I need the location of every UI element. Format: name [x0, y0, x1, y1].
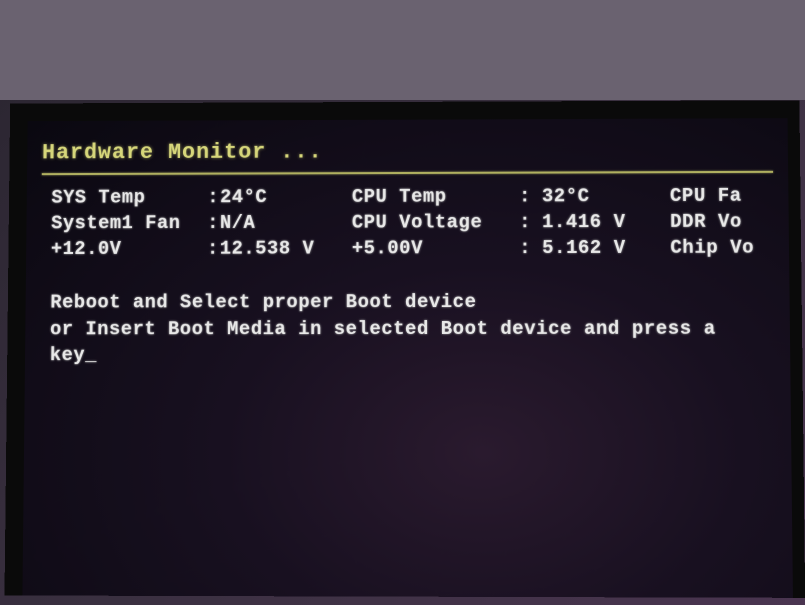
- plus12v-label: +12.0V: [51, 238, 204, 260]
- cpu-fan-label: CPU Fa: [670, 185, 771, 207]
- boot-error-message: Reboot and Select proper Boot device or …: [50, 289, 776, 369]
- sep: :: [519, 237, 539, 259]
- sep: :: [207, 186, 217, 208]
- plus12v-value: 12.538 V: [220, 238, 349, 260]
- cpu-voltage-label: CPU Voltage: [352, 211, 517, 233]
- sep: :: [207, 212, 217, 234]
- system1-fan-label: System1 Fan: [51, 212, 204, 234]
- boot-error-line2: or Insert Boot Media in selected Boot de…: [50, 315, 776, 369]
- chip-voltage-label: Chip Vo: [670, 237, 771, 259]
- sep: :: [207, 238, 217, 260]
- plus5v-value: 5.162 V: [542, 237, 667, 259]
- sys-temp-value: 24°C: [220, 186, 349, 208]
- section-title: Hardware Monitor ...: [42, 138, 773, 165]
- boot-error-line1: Reboot and Select proper Boot device: [50, 289, 774, 316]
- wall-background: [0, 0, 805, 100]
- sep: :: [519, 185, 539, 207]
- bios-screen: Hardware Monitor ... SYS Temp : 24°C CPU…: [22, 118, 793, 598]
- cpu-temp-label: CPU Temp: [352, 186, 516, 208]
- ddr-voltage-label: DDR Vo: [670, 211, 771, 233]
- hardware-readings-grid: SYS Temp : 24°C CPU Temp : 32°C CPU Fa S…: [51, 185, 774, 260]
- sep: :: [519, 211, 539, 233]
- cpu-voltage-value: 1.416 V: [542, 211, 667, 233]
- sys-temp-label: SYS Temp: [51, 186, 204, 208]
- title-divider: [42, 171, 773, 175]
- monitor-bezel: Hardware Monitor ... SYS Temp : 24°C CPU…: [4, 100, 805, 598]
- system1-fan-value: N/A: [220, 212, 349, 234]
- cpu-temp-value: 32°C: [542, 185, 667, 207]
- plus5v-label: +5.00V: [352, 237, 517, 259]
